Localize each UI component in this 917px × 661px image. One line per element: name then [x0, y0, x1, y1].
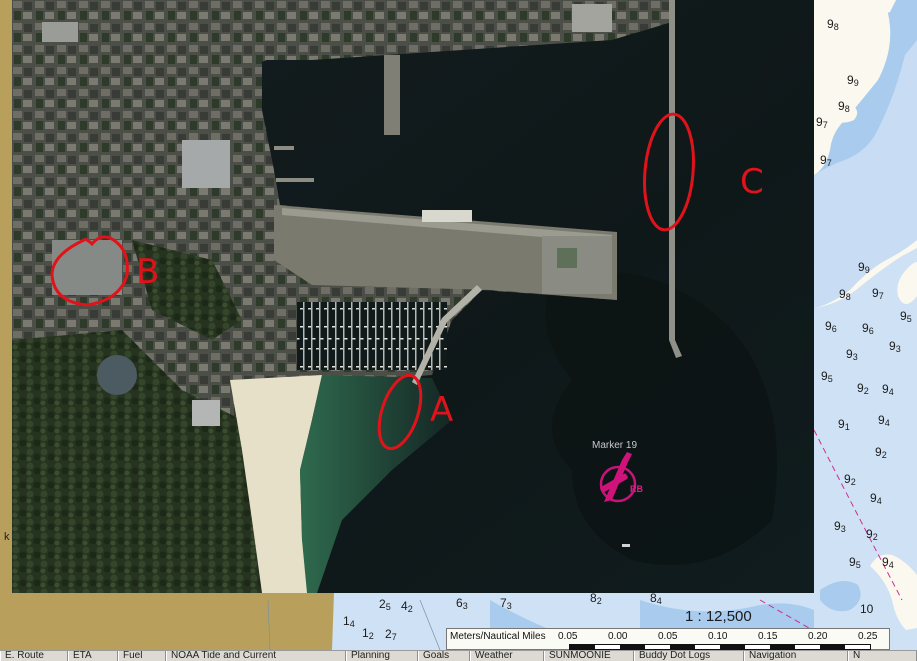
scale-ratio: 1 : 12,500 [685, 608, 752, 625]
annotation-a: A [430, 390, 454, 430]
edge-label: k [4, 531, 10, 543]
scale-tick: 0.05 [558, 631, 578, 642]
satellite-image[interactable] [12, 0, 814, 593]
scale-tick: 0.00 [608, 631, 628, 642]
scale-tick: 0.05 [658, 631, 678, 642]
annotation-c: C [740, 162, 764, 202]
marker-label[interactable]: Marker 19 [592, 440, 637, 451]
scale-tick: 0.25 [858, 631, 878, 642]
scale-tick: 0.15 [758, 631, 778, 642]
scale-title: Meters/Nautical Miles [450, 631, 546, 642]
scale-tick: 0.10 [708, 631, 728, 642]
annotation-b: B [136, 252, 160, 292]
bottom-tab-bar: E. Route ETA Fuel NOAA Tide and Current … [0, 650, 917, 661]
scale-tick: 0.20 [808, 631, 828, 642]
marker-code: RB [630, 484, 643, 494]
scale-bar: Meters/Nautical Miles 0.05 0.00 0.05 0.1… [446, 628, 890, 650]
